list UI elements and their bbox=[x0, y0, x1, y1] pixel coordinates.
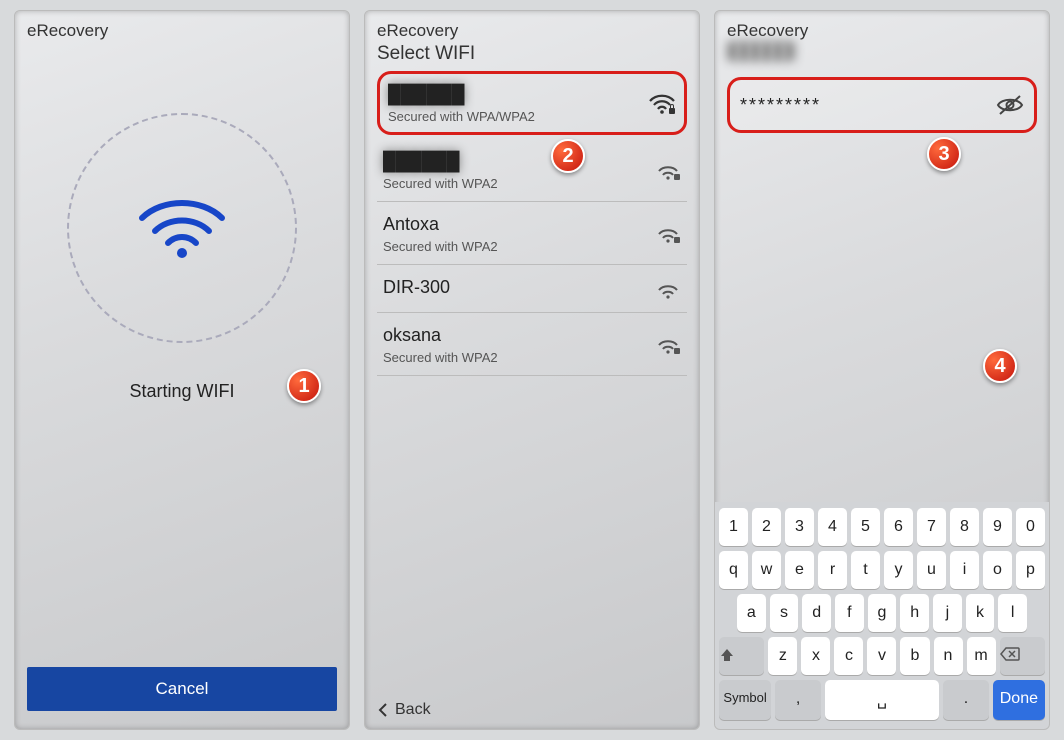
wifi-network-item[interactable]: Antoxa Secured with WPA2 bbox=[377, 202, 687, 265]
wifi-security: Secured with WPA2 bbox=[383, 176, 498, 191]
password-input[interactable]: ********* bbox=[727, 77, 1037, 133]
comma-key[interactable]: , bbox=[775, 680, 821, 720]
key-s[interactable]: s bbox=[770, 594, 799, 632]
callout-badge-3: 3 bbox=[927, 137, 961, 171]
wifi-network-item[interactable]: ██████ Secured with WPA/WPA2 bbox=[377, 71, 687, 135]
wifi-signal-lock-icon bbox=[655, 224, 681, 244]
wifi-signal-lock-icon bbox=[655, 161, 681, 181]
wifi-icon bbox=[137, 193, 227, 263]
key-6[interactable]: 6 bbox=[884, 508, 913, 546]
screen-title: eRecovery bbox=[365, 11, 699, 43]
wifi-name: oksana bbox=[383, 325, 498, 346]
phone-screen-enter-password: eRecovery ██████ ********* Connect Cance… bbox=[714, 10, 1050, 730]
key-e[interactable]: e bbox=[785, 551, 814, 589]
backspace-key[interactable] bbox=[1000, 637, 1045, 675]
wifi-network-item[interactable]: oksana Secured with WPA2 bbox=[377, 313, 687, 376]
soft-keyboard: 1234567890 qwertyuiop asdfghjkl zxcvbnm … bbox=[715, 502, 1049, 729]
wifi-name: ██████ bbox=[383, 151, 498, 172]
key-2[interactable]: 2 bbox=[752, 508, 781, 546]
key-u[interactable]: u bbox=[917, 551, 946, 589]
key-j[interactable]: j bbox=[933, 594, 962, 632]
done-key[interactable]: Done bbox=[993, 680, 1045, 720]
callout-badge-1: 1 bbox=[287, 369, 321, 403]
key-r[interactable]: r bbox=[818, 551, 847, 589]
period-key[interactable]: . bbox=[943, 680, 989, 720]
wifi-security: Secured with WPA2 bbox=[383, 239, 498, 254]
wifi-name: ██████ bbox=[388, 84, 535, 105]
key-3[interactable]: 3 bbox=[785, 508, 814, 546]
callout-badge-2: 2 bbox=[551, 139, 585, 173]
wifi-network-item[interactable]: DIR-300 bbox=[377, 265, 687, 313]
phone-screen-starting-wifi: eRecovery Starting WIFI Cancel 1 bbox=[14, 10, 350, 730]
wifi-security: Secured with WPA/WPA2 bbox=[388, 109, 535, 124]
key-8[interactable]: 8 bbox=[950, 508, 979, 546]
callout-badge-4: 4 bbox=[983, 349, 1017, 383]
key-5[interactable]: 5 bbox=[851, 508, 880, 546]
key-x[interactable]: x bbox=[801, 637, 830, 675]
key-h[interactable]: h bbox=[900, 594, 929, 632]
key-f[interactable]: f bbox=[835, 594, 864, 632]
space-key[interactable]: ␣ bbox=[825, 680, 939, 720]
key-m[interactable]: m bbox=[967, 637, 996, 675]
key-0[interactable]: 0 bbox=[1016, 508, 1045, 546]
visibility-off-icon[interactable] bbox=[996, 94, 1024, 116]
key-y[interactable]: y bbox=[884, 551, 913, 589]
key-n[interactable]: n bbox=[934, 637, 963, 675]
key-k[interactable]: k bbox=[966, 594, 995, 632]
key-9[interactable]: 9 bbox=[983, 508, 1012, 546]
wifi-name: Antoxa bbox=[383, 214, 498, 235]
screen-title: eRecovery bbox=[15, 11, 349, 43]
wifi-security: Secured with WPA2 bbox=[383, 350, 498, 365]
chevron-left-icon bbox=[377, 702, 389, 718]
key-c[interactable]: c bbox=[834, 637, 863, 675]
key-i[interactable]: i bbox=[950, 551, 979, 589]
back-button[interactable]: Back bbox=[377, 701, 431, 719]
key-q[interactable]: q bbox=[719, 551, 748, 589]
key-z[interactable]: z bbox=[768, 637, 797, 675]
key-t[interactable]: t bbox=[851, 551, 880, 589]
back-label: Back bbox=[395, 701, 431, 719]
key-d[interactable]: d bbox=[802, 594, 831, 632]
key-l[interactable]: l bbox=[998, 594, 1027, 632]
phone-screen-select-wifi: eRecovery Select WIFI ██████ Secured wit… bbox=[364, 10, 700, 730]
key-4[interactable]: 4 bbox=[818, 508, 847, 546]
key-1[interactable]: 1 bbox=[719, 508, 748, 546]
wifi-signal-icon bbox=[655, 280, 681, 300]
shift-key[interactable] bbox=[719, 637, 764, 675]
wifi-signal-lock-icon bbox=[655, 335, 681, 355]
key-7[interactable]: 7 bbox=[917, 508, 946, 546]
wifi-network-item[interactable]: ██████ Secured with WPA2 bbox=[377, 139, 687, 202]
key-b[interactable]: b bbox=[900, 637, 929, 675]
wifi-list: ██████ Secured with WPA/WPA2 ██████ Secu… bbox=[365, 71, 699, 376]
ssid-label: ██████ bbox=[715, 43, 1049, 67]
screen-subtitle: Select WIFI bbox=[365, 43, 699, 71]
key-v[interactable]: v bbox=[867, 637, 896, 675]
symbol-key[interactable]: Symbol bbox=[719, 680, 771, 720]
screen-title: eRecovery bbox=[715, 11, 1049, 43]
password-value: ********* bbox=[740, 95, 821, 116]
progress-circle bbox=[67, 113, 297, 343]
status-text: Starting WIFI bbox=[129, 381, 234, 402]
key-o[interactable]: o bbox=[983, 551, 1012, 589]
key-w[interactable]: w bbox=[752, 551, 781, 589]
wifi-signal-strong-lock-icon bbox=[648, 93, 676, 115]
wifi-name: DIR-300 bbox=[383, 277, 450, 298]
key-g[interactable]: g bbox=[868, 594, 897, 632]
cancel-button[interactable]: Cancel bbox=[27, 667, 337, 711]
key-p[interactable]: p bbox=[1016, 551, 1045, 589]
key-a[interactable]: a bbox=[737, 594, 766, 632]
